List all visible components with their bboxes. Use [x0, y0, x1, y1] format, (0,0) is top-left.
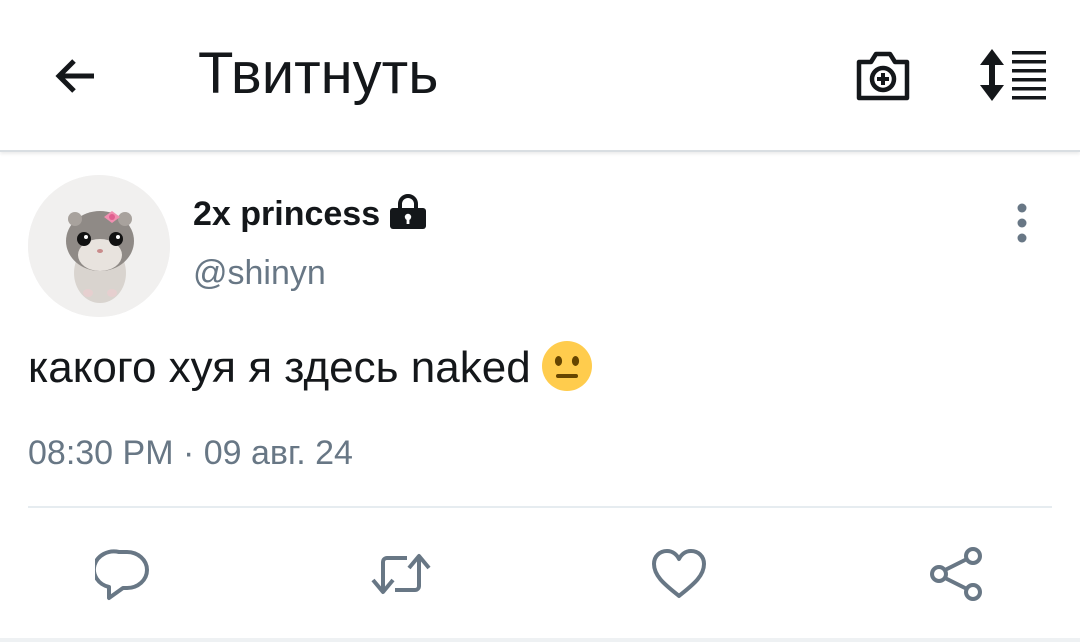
- sort-list-icon: [980, 49, 1046, 101]
- like-button[interactable]: [647, 542, 711, 606]
- retweet-button[interactable]: [369, 542, 433, 606]
- more-vertical-icon: [1017, 203, 1027, 243]
- top-app-bar: Твитнуть: [0, 0, 1080, 152]
- tweet-body: какого хуя я здесь naked: [28, 336, 593, 400]
- add-photo-button[interactable]: [848, 40, 918, 110]
- tweet-text: какого хуя я здесь naked: [28, 343, 531, 392]
- hamster-avatar-image: [28, 175, 170, 317]
- back-button[interactable]: [44, 44, 108, 108]
- sort-button[interactable]: [972, 40, 1056, 110]
- avatar[interactable]: [28, 175, 170, 317]
- heart-icon: [652, 549, 706, 598]
- reply-button[interactable]: [91, 542, 155, 606]
- arrow-left-icon: [55, 59, 94, 93]
- share-icon: [930, 547, 982, 601]
- author-name[interactable]: 2x princess: [193, 190, 380, 238]
- camera-plus-icon: [856, 51, 910, 101]
- more-options-button[interactable]: [994, 195, 1050, 251]
- lock-icon: [390, 194, 426, 229]
- actions-divider: [28, 506, 1052, 508]
- neutral-face-emoji: [541, 341, 592, 392]
- tweet-timestamp: 08:30 PM · 09 авг. 24: [28, 434, 353, 472]
- author-handle[interactable]: @shinyn: [193, 249, 326, 297]
- share-button[interactable]: [925, 542, 989, 606]
- reply-bubble-icon: [95, 549, 149, 600]
- retweet-icon: [371, 554, 431, 594]
- page-title: Твитнуть: [198, 41, 439, 106]
- bottom-separator: [0, 638, 1080, 642]
